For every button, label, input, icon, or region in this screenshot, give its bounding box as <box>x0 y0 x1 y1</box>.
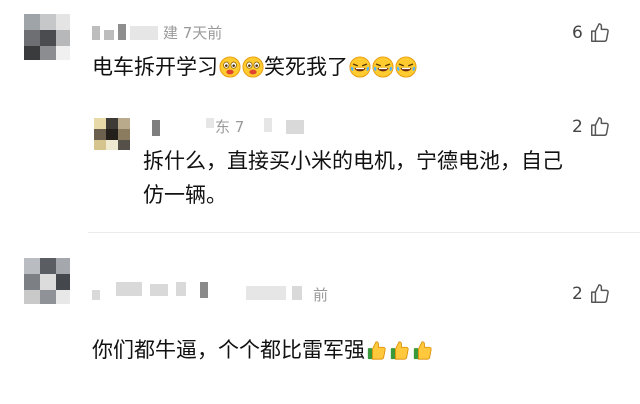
like-count: 6 <box>572 23 583 43</box>
avatar[interactable] <box>24 258 70 304</box>
laughing-tears-emoji-icon <box>372 56 394 78</box>
like-button[interactable]: 2 <box>572 116 611 138</box>
hot-face-emoji-icon <box>242 56 264 78</box>
thumbs-up-outline-icon <box>590 117 609 136</box>
thumbs-up-emoji-icon <box>413 341 432 360</box>
avatar[interactable] <box>94 118 130 150</box>
thumbs-up-emoji-icon <box>367 341 386 360</box>
comment-time: 东 7 <box>215 118 245 136</box>
comment-time: 前 <box>313 286 329 304</box>
time-mosaic <box>292 286 302 300</box>
like-button[interactable]: 6 <box>572 22 611 44</box>
like-count: 2 <box>572 284 583 304</box>
like-button[interactable]: 2 <box>572 283 611 305</box>
like-count: 2 <box>572 117 583 137</box>
comment-text: 电车拆开学习 笑死我了 <box>92 50 417 84</box>
thumbs-up-emoji-icon <box>390 341 409 360</box>
time-mosaic <box>246 286 286 300</box>
time-mosaic <box>264 118 272 132</box>
thumbs-up-outline-icon <box>590 284 609 303</box>
laughing-tears-emoji-icon <box>349 56 371 78</box>
avatar[interactable] <box>24 14 70 60</box>
thumbs-up-outline-icon <box>590 23 609 42</box>
comment-text: 你们都牛逼，个个都比雷军强 <box>92 333 434 367</box>
laughing-tears-emoji-icon <box>395 56 417 78</box>
time-mosaic <box>286 120 304 134</box>
comment-time: 建 7天前 <box>163 24 223 42</box>
hot-face-emoji-icon <box>219 56 241 78</box>
divider <box>88 232 640 233</box>
comment-text: 拆什么，直接买小米的电机，宁德电池，自己 仿一辆。 <box>143 149 563 207</box>
